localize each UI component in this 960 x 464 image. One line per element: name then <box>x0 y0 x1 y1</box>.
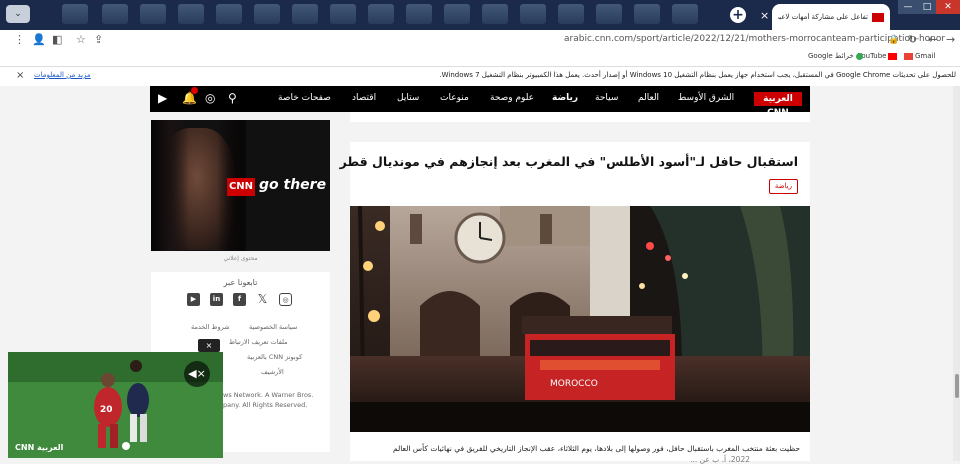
blurred-tab[interactable] <box>558 4 584 24</box>
user-icon[interactable]: ◎ <box>205 91 215 105</box>
new-tab-button[interactable]: + <box>730 7 746 23</box>
copyright-line: pany. All Rights Reserved. <box>223 401 308 409</box>
nav-item-world[interactable]: العالم <box>638 93 659 103</box>
ad-slogan: go there <box>259 177 327 193</box>
maximize-button[interactable]: □ <box>918 0 936 14</box>
video-cnn-logo: CNN العربية <box>15 443 64 452</box>
close-window-button[interactable]: ✕ <box>936 0 960 14</box>
nav-item-style[interactable]: ستايل <box>397 93 419 103</box>
facebook-icon[interactable]: f <box>233 293 246 306</box>
article-caption: حظيت بعثة منتخب المغرب باستقبال حافل، فو… <box>393 444 800 453</box>
cnn-favicon-icon <box>872 12 884 22</box>
browser-toolbar: ⋮ 👤 ◧ ☆ ⇪ arabic.cnn.com/sport/article/2… <box>0 30 960 50</box>
footer-link-archive[interactable]: الأرشيف <box>261 368 284 376</box>
star-icon[interactable]: ☆ <box>76 33 86 46</box>
search-icon[interactable]: ⚲ <box>228 91 237 105</box>
share-icon[interactable]: ⇪ <box>94 33 103 46</box>
nav-item-travel[interactable]: سياحة <box>595 93 618 103</box>
blurred-tab[interactable] <box>62 4 88 24</box>
more-icon[interactable]: ⋮ <box>14 33 25 46</box>
notification-badge <box>191 87 198 94</box>
copyright-line: ws Network. A Warner Bros. <box>223 391 314 399</box>
scrollbar-thumb[interactable] <box>955 374 959 398</box>
blurred-tab[interactable] <box>368 4 394 24</box>
celebration-photo-illustration: MOROCCO <box>350 206 810 432</box>
forward-icon[interactable]: → <box>946 33 955 46</box>
nav-item-middle-east[interactable]: الشرق الأوسط <box>678 93 734 103</box>
sidebar-icon[interactable]: ◧ <box>52 33 62 46</box>
blurred-tab[interactable] <box>330 4 356 24</box>
profile-icon[interactable]: 👤 <box>32 33 46 46</box>
tab-search-icon[interactable]: ⌄ <box>6 5 30 23</box>
blurred-tab[interactable] <box>596 4 622 24</box>
video-close-button[interactable]: × <box>198 339 220 352</box>
youtube-icon[interactable]: ▶ <box>187 293 200 306</box>
nav-item-science-health[interactable]: علوم وصحة <box>490 93 534 103</box>
article-caption-credit: 2022، أ. ب عن ... <box>690 455 750 464</box>
footer-link-cookies[interactable]: ملفات تعريف الارتباط <box>229 338 288 346</box>
blurred-tab[interactable] <box>482 4 508 24</box>
blurred-tab[interactable] <box>216 4 242 24</box>
tab-close-icon[interactable]: × <box>760 9 769 22</box>
footer-link-coupons[interactable]: كوبونز CNN بالعربية <box>247 353 302 361</box>
jersey-number: 20 <box>100 405 113 415</box>
ad-label: محتوى إعلاني <box>223 255 258 262</box>
tab-title: تفاعل على مشاركة أمهات لاعبي المغرب ب... <box>778 13 868 21</box>
blurred-tab[interactable] <box>672 4 698 24</box>
bookmark-gmail[interactable]: Gmail <box>904 52 935 60</box>
gmail-icon <box>904 52 913 60</box>
bookmark-label: Google خرائط <box>808 52 854 60</box>
article-title[interactable]: استقبال حافل لـ"أسود الأطلس" في المغرب ب… <box>340 154 798 169</box>
nav-item-sports[interactable]: رياضة <box>552 93 578 103</box>
article-photo[interactable]: MOROCCO <box>350 206 810 432</box>
nav-item-economy[interactable]: اقتصاد <box>352 93 376 103</box>
active-tab[interactable]: تفاعل على مشاركة أمهات لاعبي المغرب ب... <box>772 4 890 30</box>
blurred-tab[interactable] <box>444 4 470 24</box>
bookmarks-bar: Gmail YouTube Google خرائط <box>0 50 960 66</box>
video-icon[interactable]: ▶ <box>158 91 167 105</box>
blurred-tab[interactable] <box>102 4 128 24</box>
linkedin-icon[interactable]: in <box>210 293 223 306</box>
nav-item-variety[interactable]: منوعات <box>440 93 469 103</box>
maps-icon <box>855 52 863 60</box>
close-icon[interactable]: × <box>16 70 24 81</box>
youtube-icon <box>888 52 898 60</box>
blurred-tab[interactable] <box>634 4 660 24</box>
footer-link-terms[interactable]: شروط الخدمة <box>191 323 230 331</box>
learn-more-link[interactable]: مزيد من المعلومات <box>34 71 91 79</box>
tab-strip: ⌄ + × تفاعل على مشاركة أمهات لاعبي المغر… <box>0 0 960 30</box>
ad-cnn-logo: CNN <box>227 178 255 196</box>
cnn-arabic-logo[interactable]: العربية CNN <box>754 92 802 118</box>
blurred-tab[interactable] <box>520 4 546 24</box>
chrome-update-infobar: × مزيد من المعلومات للحصول على تحديثات G… <box>0 66 960 86</box>
blurred-tab[interactable] <box>178 4 204 24</box>
infobar-message: للحصول على تحديثات Google Chrome في المس… <box>439 71 956 79</box>
page-scrollbar[interactable] <box>953 86 960 461</box>
instagram-icon[interactable]: ◎ <box>279 293 292 306</box>
nav-item-special-pages[interactable]: صفحات خاصة <box>278 93 331 103</box>
minimize-button[interactable]: — <box>898 0 918 14</box>
category-tag[interactable]: رياضة <box>768 179 798 194</box>
lock-icon[interactable]: 🔒 <box>888 35 899 45</box>
footer-link-privacy[interactable]: سياسة الخصوصية <box>249 323 297 331</box>
blurred-tab[interactable] <box>254 4 280 24</box>
advertisement[interactable]: CNN go there <box>151 120 330 251</box>
blurred-tab[interactable] <box>406 4 432 24</box>
blurred-tab[interactable] <box>292 4 318 24</box>
bookmark-label: Gmail <box>915 52 936 60</box>
back-icon[interactable]: ← <box>928 33 937 46</box>
mute-button[interactable]: ◀× <box>184 361 210 387</box>
follow-title: تابعونا عبر <box>223 278 258 287</box>
x-icon[interactable]: 𝕏 <box>256 293 269 306</box>
article-card: استقبال حافل لـ"أسود الأطلس" في المغرب ب… <box>340 142 810 464</box>
previous-article-card <box>350 112 810 122</box>
reload-icon[interactable]: ↻ <box>908 33 917 46</box>
bookmark-maps[interactable]: Google خرائط <box>808 52 865 60</box>
site-navbar: العربية CNN الشرق الأوسط العالم سياحة ري… <box>150 86 810 118</box>
bus-label: MOROCCO <box>550 379 598 389</box>
blurred-tab[interactable] <box>140 4 166 24</box>
